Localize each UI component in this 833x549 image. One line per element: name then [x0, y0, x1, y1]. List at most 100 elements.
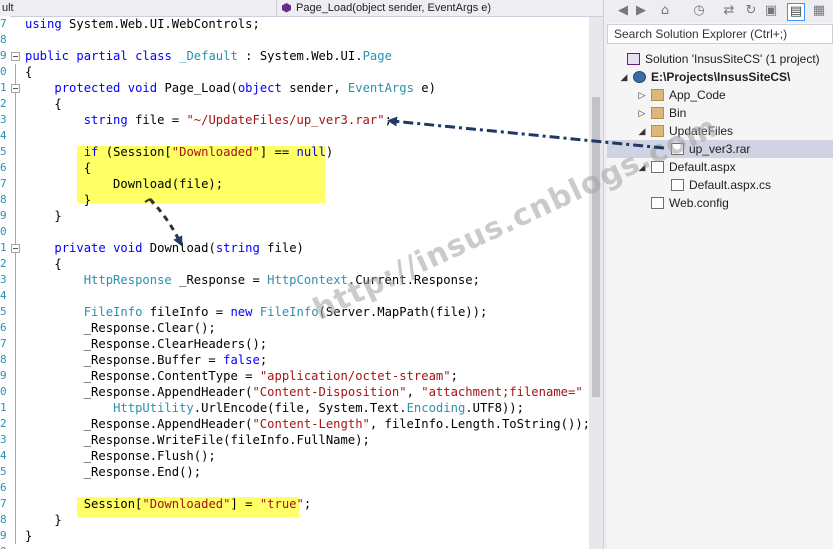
collapsed-arrow-icon[interactable]: ▷	[637, 104, 647, 122]
code-line: FileInfo fileInfo = new FileInfo(Server.…	[25, 304, 488, 320]
code-token: "true"	[259, 497, 304, 511]
code-line: public partial class _Default : System.W…	[25, 48, 392, 64]
line-number: 1	[0, 241, 7, 254]
collapse-all-icon[interactable]: ▣	[763, 3, 779, 19]
code-line: {	[25, 256, 61, 272]
back-icon[interactable]: ◀	[615, 3, 631, 19]
expanded-arrow-icon[interactable]: ◢	[619, 68, 629, 86]
collapse-toggle-icon[interactable]	[11, 84, 20, 93]
code-token: new	[230, 305, 253, 319]
code-token: ;	[259, 353, 268, 367]
code-line: if (Session["Downloaded"] == null)	[25, 144, 334, 160]
expanded-arrow-icon[interactable]: ◢	[637, 122, 647, 140]
tree-item-label: Web.config	[669, 196, 729, 210]
code-line: _Response.Clear();	[25, 320, 216, 336]
history-icon[interactable]: ◷	[691, 3, 707, 19]
code-token: string	[215, 241, 260, 255]
line-number: 0	[0, 65, 7, 78]
code-token: _Response.WriteFile(fileInfo.FullName);	[25, 433, 370, 447]
code-token: , fileInfo.Length.ToString());	[369, 417, 590, 431]
line-number-gutter: 7 8 9 0 1 2 3 4 5 6 7 8 9 0 1 2 3 4 5 6 7 8 9 0 1 2 3 4 5 6 7 8 9 0	[0, 16, 10, 549]
refresh-icon[interactable]: ↻	[743, 3, 759, 19]
code-token: _Response.ContentType =	[25, 369, 260, 383]
collapse-toggle-icon[interactable]	[11, 244, 20, 253]
tree-item[interactable]: ▷ Bin	[607, 104, 833, 122]
collapsed-arrow-icon[interactable]: ▷	[637, 86, 647, 104]
tree-item[interactable]: Web.config	[607, 194, 833, 212]
tree-item[interactable]: up_ver3.rar	[607, 140, 833, 158]
code-token: (Session[	[98, 145, 172, 159]
collapse-toggle-icon[interactable]	[11, 52, 20, 61]
code-token: .Current.Response;	[347, 273, 480, 287]
code-token: ;	[303, 497, 312, 511]
line-number: 5	[0, 145, 7, 158]
tree-item[interactable]: ▷ App_Code	[607, 86, 833, 104]
line-number: 7	[0, 17, 7, 30]
member-dropdown[interactable]: Page_Load(object sender, EventArgs e)	[278, 0, 603, 16]
code-token: ;	[450, 369, 458, 383]
method-icon	[282, 3, 291, 13]
code-token: _Response.Buffer =	[25, 353, 224, 367]
code-line: HttpUtility.UrlEncode(file, System.Text.…	[25, 400, 524, 416]
folder-icon	[651, 89, 664, 101]
code-token: _Response.AppendHeader(	[25, 385, 253, 399]
code-editor[interactable]: ult Page_Load(object sender, EventArgs e…	[0, 0, 603, 549]
forward-icon[interactable]: ▶	[633, 3, 649, 19]
code-token: System.Web.UI.WebControls;	[61, 17, 260, 31]
file-icon	[671, 143, 684, 155]
editor-vertical-scrollbar[interactable]	[589, 17, 603, 549]
code-line: Download(file);	[25, 176, 223, 192]
solution-explorer-toolbar: ◀ ▶ ⌂ ◷ ⇄ ↻ ▣ ▤ ▦	[607, 0, 833, 23]
code-token: Download(	[142, 241, 216, 255]
expanded-arrow-icon[interactable]: ◢	[637, 158, 647, 176]
code-token: public	[25, 49, 70, 63]
tree-item-label: Bin	[669, 106, 687, 120]
tree-item[interactable]: Default.aspx.cs	[607, 176, 833, 194]
code-token: sender,	[281, 81, 348, 95]
line-number: 5	[0, 305, 7, 318]
line-number: 3	[0, 113, 7, 126]
line-number: 9	[0, 209, 7, 222]
solution-explorer-search-input[interactable]: Search Solution Explorer (Ctrl+;)	[607, 24, 833, 44]
code-line: _Response.AppendHeader("Content-Length",…	[25, 416, 590, 432]
sync-icon[interactable]: ⇄	[721, 3, 737, 19]
line-number: 2	[0, 417, 7, 430]
tree-item[interactable]: ◢ E:\Projects\InsusSiteCS\	[607, 68, 833, 86]
code-line: Session["Downloaded"] = "true";	[25, 496, 312, 512]
code-token: Page	[362, 49, 392, 63]
line-number: 8	[0, 193, 7, 206]
line-number: 0	[0, 385, 7, 398]
tree-item-label: App_Code	[669, 88, 726, 102]
code-token: "Downloaded"	[142, 497, 231, 511]
code-token: Download(file);	[25, 177, 224, 191]
navigation-bar: ult Page_Load(object sender, EventArgs e…	[0, 0, 603, 17]
tree-item[interactable]: ◢ Default.aspx	[607, 158, 833, 176]
line-number: 3	[0, 273, 7, 286]
code-token: class	[135, 49, 172, 63]
line-number: 6	[0, 321, 7, 334]
solution-explorer-panel: ◀ ▶ ⌂ ◷ ⇄ ↻ ▣ ▤ ▦ Search Solution Explorer (Ctrl…	[607, 0, 833, 549]
tree-item[interactable]: ◢ UpdateFiles	[607, 122, 833, 140]
code-line: _Response.End();	[25, 464, 201, 480]
code-line: }	[25, 528, 32, 544]
scrollbar-thumb[interactable]	[592, 97, 600, 397]
line-number: 9	[0, 529, 7, 542]
show-all-files-icon[interactable]: ▤	[787, 3, 805, 21]
line-number: 4	[0, 289, 7, 302]
class-dropdown[interactable]: ult	[0, 0, 277, 16]
tree-item[interactable]: Solution 'InsusSiteCS' (1 project)	[607, 50, 833, 68]
home-icon[interactable]: ⌂	[657, 3, 673, 19]
code-token: .UrlEncode(file, System.Text.	[193, 401, 407, 415]
code-token: FileInfo	[259, 305, 319, 319]
properties-icon[interactable]: ▦	[811, 3, 827, 19]
code-token: {	[25, 97, 62, 111]
code-token: "Content-Disposition"	[252, 385, 407, 399]
website-icon	[633, 71, 646, 83]
